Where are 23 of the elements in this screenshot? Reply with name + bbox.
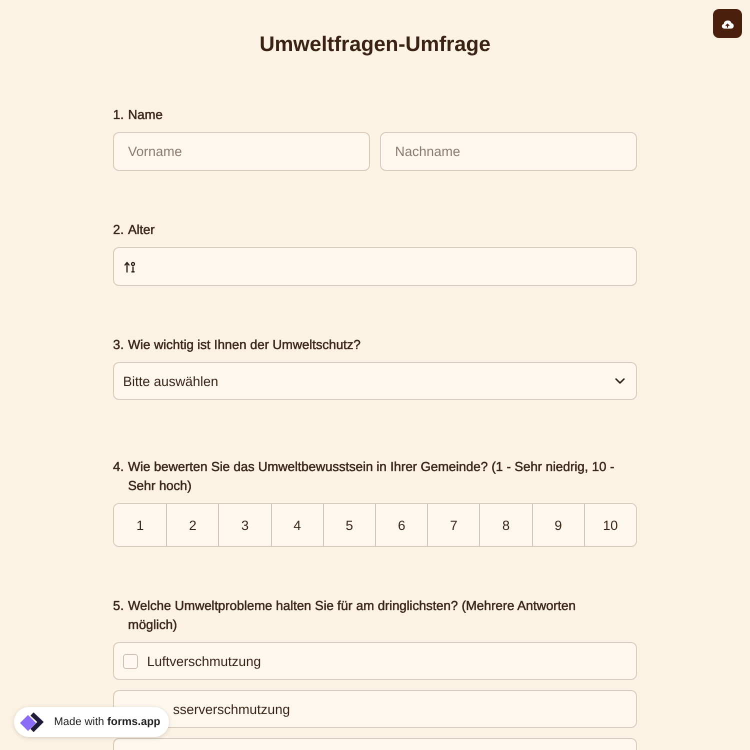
dropdown-field[interactable]: Bitte auswählen	[113, 362, 637, 400]
question-number: 5.	[113, 597, 125, 615]
checkbox-option[interactable]: Luftverschmutzung	[113, 642, 637, 680]
question-number: 1.	[113, 106, 125, 124]
question-title: Name	[128, 106, 164, 124]
checkbox[interactable]	[123, 654, 138, 668]
made-with-badge[interactable]: Made with forms.app	[14, 707, 170, 737]
question-number: 4.	[113, 458, 125, 476]
question-title: Wie wichtig ist Ihnen der Umweltschutz?	[128, 336, 362, 354]
name-field[interactable]: Nachname	[380, 132, 637, 171]
number-field[interactable]	[113, 247, 637, 286]
question-number: 2.	[113, 221, 125, 239]
form-title: Umweltfragen-Umfrage	[258, 32, 492, 58]
chevron-down-icon	[615, 378, 625, 384]
scale-option[interactable]: 10	[584, 504, 636, 546]
name-field[interactable]: Vorname	[113, 132, 370, 171]
question-title: Wie bewerten Sie das Umweltbewusstsein in Ihrer Gemeinde? (1 - Sehr niedrig, 10 - Sehr hoch)	[128, 458, 616, 495]
question-number: 3.	[113, 336, 125, 354]
cloud-button[interactable]	[713, 9, 742, 38]
number-sort-icon	[124, 260, 136, 272]
question-title: Welche Umweltprobleme halten Sie für am dringlichsten? (Mehrere Antworten möglich)	[128, 597, 577, 634]
question-title: Alter	[128, 221, 156, 239]
cloud-arrow-icon	[721, 18, 734, 28]
